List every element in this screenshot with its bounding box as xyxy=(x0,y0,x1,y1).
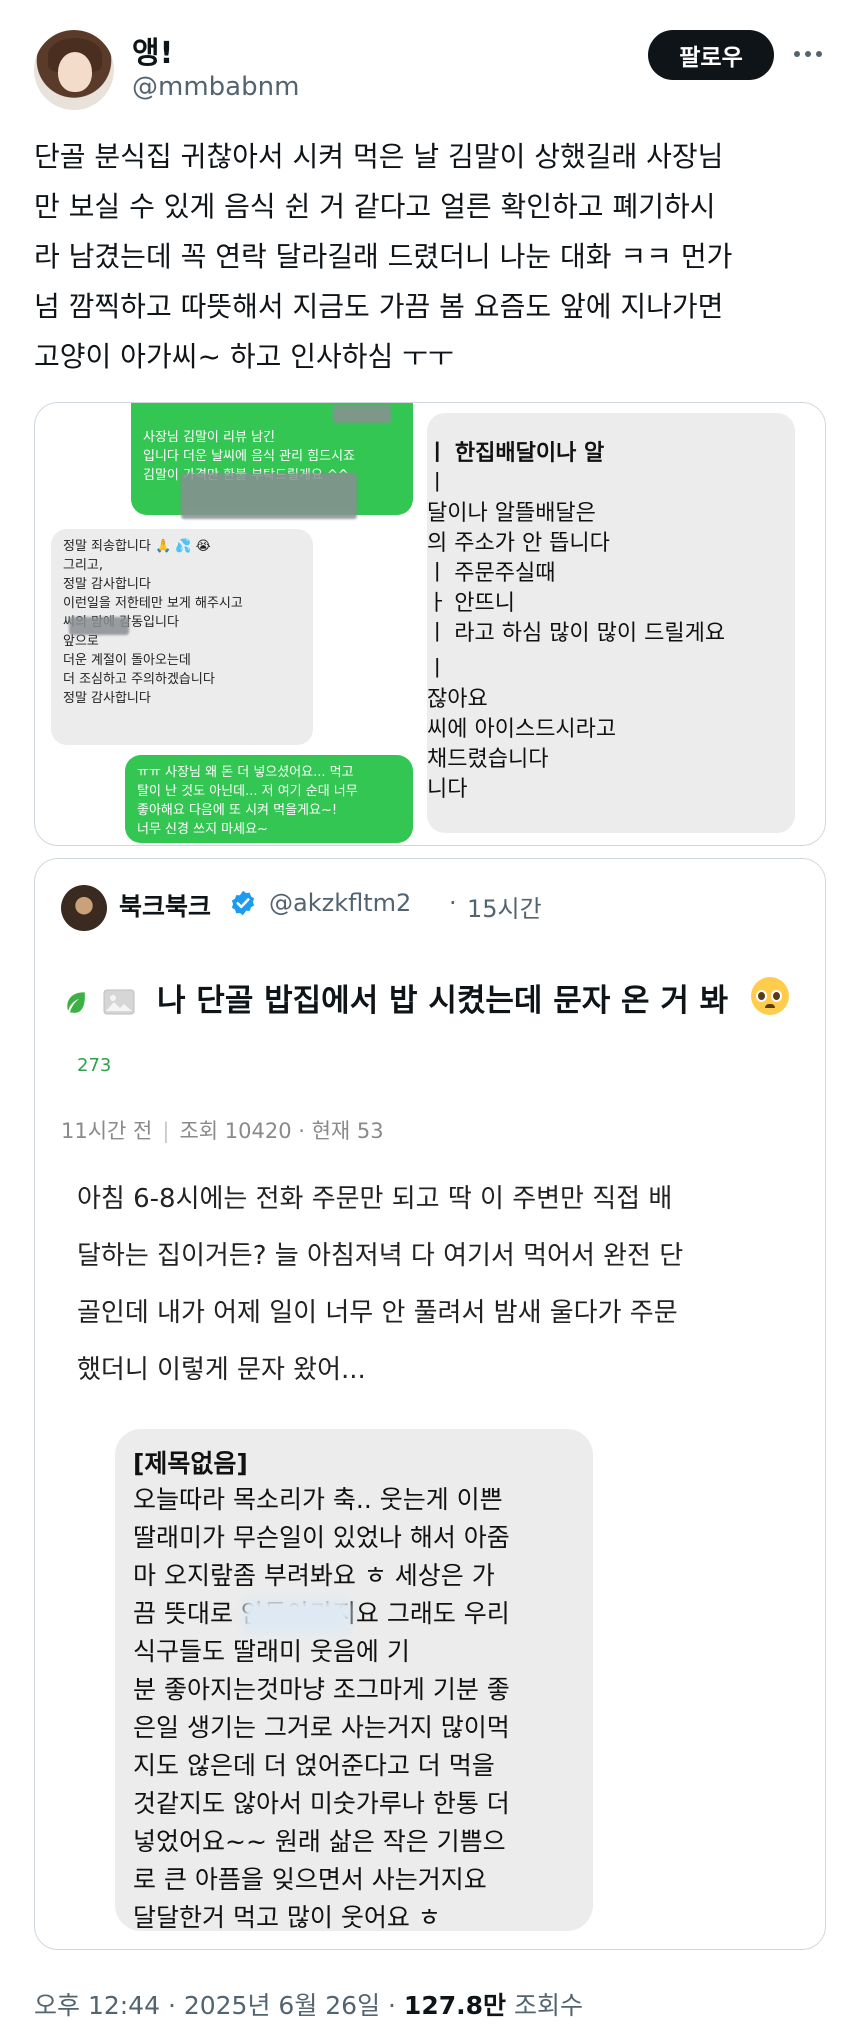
image-icon xyxy=(103,989,135,1015)
quote-author-avatar xyxy=(61,885,107,931)
more-options-icon[interactable] xyxy=(788,36,828,72)
sms-title: [제목없음] xyxy=(133,1449,248,1478)
author-avatar[interactable] xyxy=(34,30,114,110)
message-line: 달이나 알뜰배달은 xyxy=(427,501,596,526)
verified-badge-icon xyxy=(231,890,255,916)
post-body: 아침 6-8시에는 전화 주문만 되고 딱 이 주변만 직접 배 달하는 집이거… xyxy=(77,1184,684,1385)
separator-dot: · xyxy=(449,889,457,917)
message-line: ㅣ 라고 하심 많이 많이 드릴게요 xyxy=(427,621,726,646)
quote-author-name: 북크북크 xyxy=(119,892,212,921)
sms-message-bubble: [제목없음] 오늘따라 목소리가 축.. 웃는게 이쁜 딸래미가 무슨일이 있었… xyxy=(115,1429,593,1932)
post-time: 11시간 전 xyxy=(61,1119,153,1143)
quote-timestamp: 15시간 xyxy=(467,895,542,923)
message-line: ㅣ 주문주실때 xyxy=(427,561,556,586)
like-count: 273 xyxy=(77,1055,112,1076)
post-views: 조회 10420 · 현재 53 xyxy=(179,1119,384,1143)
sms-body: 오늘따라 목소리가 축.. 웃는게 이쁜 딸래미가 무슨일이 있었나 해서 아줌… xyxy=(133,1485,510,1932)
post-meta: 11시간 전 | 조회 10420 · 현재 53 xyxy=(61,1119,384,1143)
message-line: ㅣ xyxy=(427,657,448,682)
message-line: 채드렸습니다 xyxy=(427,747,549,772)
message-line: 잖아요 xyxy=(427,687,488,712)
quoted-tweet[interactable]: 북크북크 @akzkfltm2 · 15시간 나 단골 밥집에서 밥 시켰는데 … xyxy=(34,858,826,1950)
post-title: 나 단골 밥집에서 밥 시켰는데 문자 온 거 봐 xyxy=(157,983,729,1019)
author-handle[interactable]: @mmbabnm xyxy=(132,72,299,102)
message-line: 씨에 아이스드시라고 xyxy=(427,717,617,742)
message-line: ㅣ xyxy=(427,471,448,496)
redacted-area xyxy=(181,473,357,519)
redacted-area xyxy=(243,1599,351,1633)
quote-author-handle: @akzkfltm2 xyxy=(269,889,412,917)
message-line: 의 주소가 안 뜹니다 xyxy=(427,531,610,556)
view-count: 127.8만 xyxy=(403,1991,506,2020)
author-display-name[interactable]: 앵! xyxy=(132,28,173,72)
tweet-footer: 오후 12:44 · 2025년 6월 26일 · 127.8만 조회수 xyxy=(34,1991,583,2020)
message-screenshot-right: ㅣ 한집배달이나 알 ㅣ 달이나 알뜰배달은 의 주소가 안 뜹니다 ㅣ 주문주… xyxy=(427,413,795,833)
tweet-text: 단골 분식집 귀찮아서 시켜 먹은 날 김말이 상했길래 사장님 만 보실 수 … xyxy=(34,140,733,373)
message-line: ㅏ 안뜨니 xyxy=(427,591,515,616)
redacted-area xyxy=(333,405,391,423)
message-line: ㅣ 한집배달이나 알 xyxy=(427,441,605,466)
avatar-face xyxy=(58,52,92,92)
tweet-date[interactable]: 2025년 6월 26일 xyxy=(184,1991,380,2020)
follow-button[interactable]: 팔로우 xyxy=(648,30,774,80)
view-label: 조회수 xyxy=(513,1991,583,2020)
chat-bubble-sent-2: ㅠㅠ 사장님 왜 돈 더 넣으셨어요... 먹고 탈이 난 것도 아닌데... … xyxy=(125,755,413,843)
attached-image[interactable]: 사장님 김말이 리뷰 남긴 입니다 더운 날씨에 음식 관리 힘드시죠 김말이 … xyxy=(34,402,826,846)
tweet-time[interactable]: 오후 12:44 xyxy=(34,1991,160,2020)
pleading-face-icon xyxy=(751,977,789,1015)
message-line: 니다 xyxy=(427,777,468,802)
chat-bubble-received: 정말 죄송합니다 🙏 💦 😭 그리고, 정말 감사합니다 이런일을 저한테만 보… xyxy=(51,529,313,745)
redacted-area xyxy=(69,617,129,635)
leaf-icon xyxy=(67,992,85,1013)
